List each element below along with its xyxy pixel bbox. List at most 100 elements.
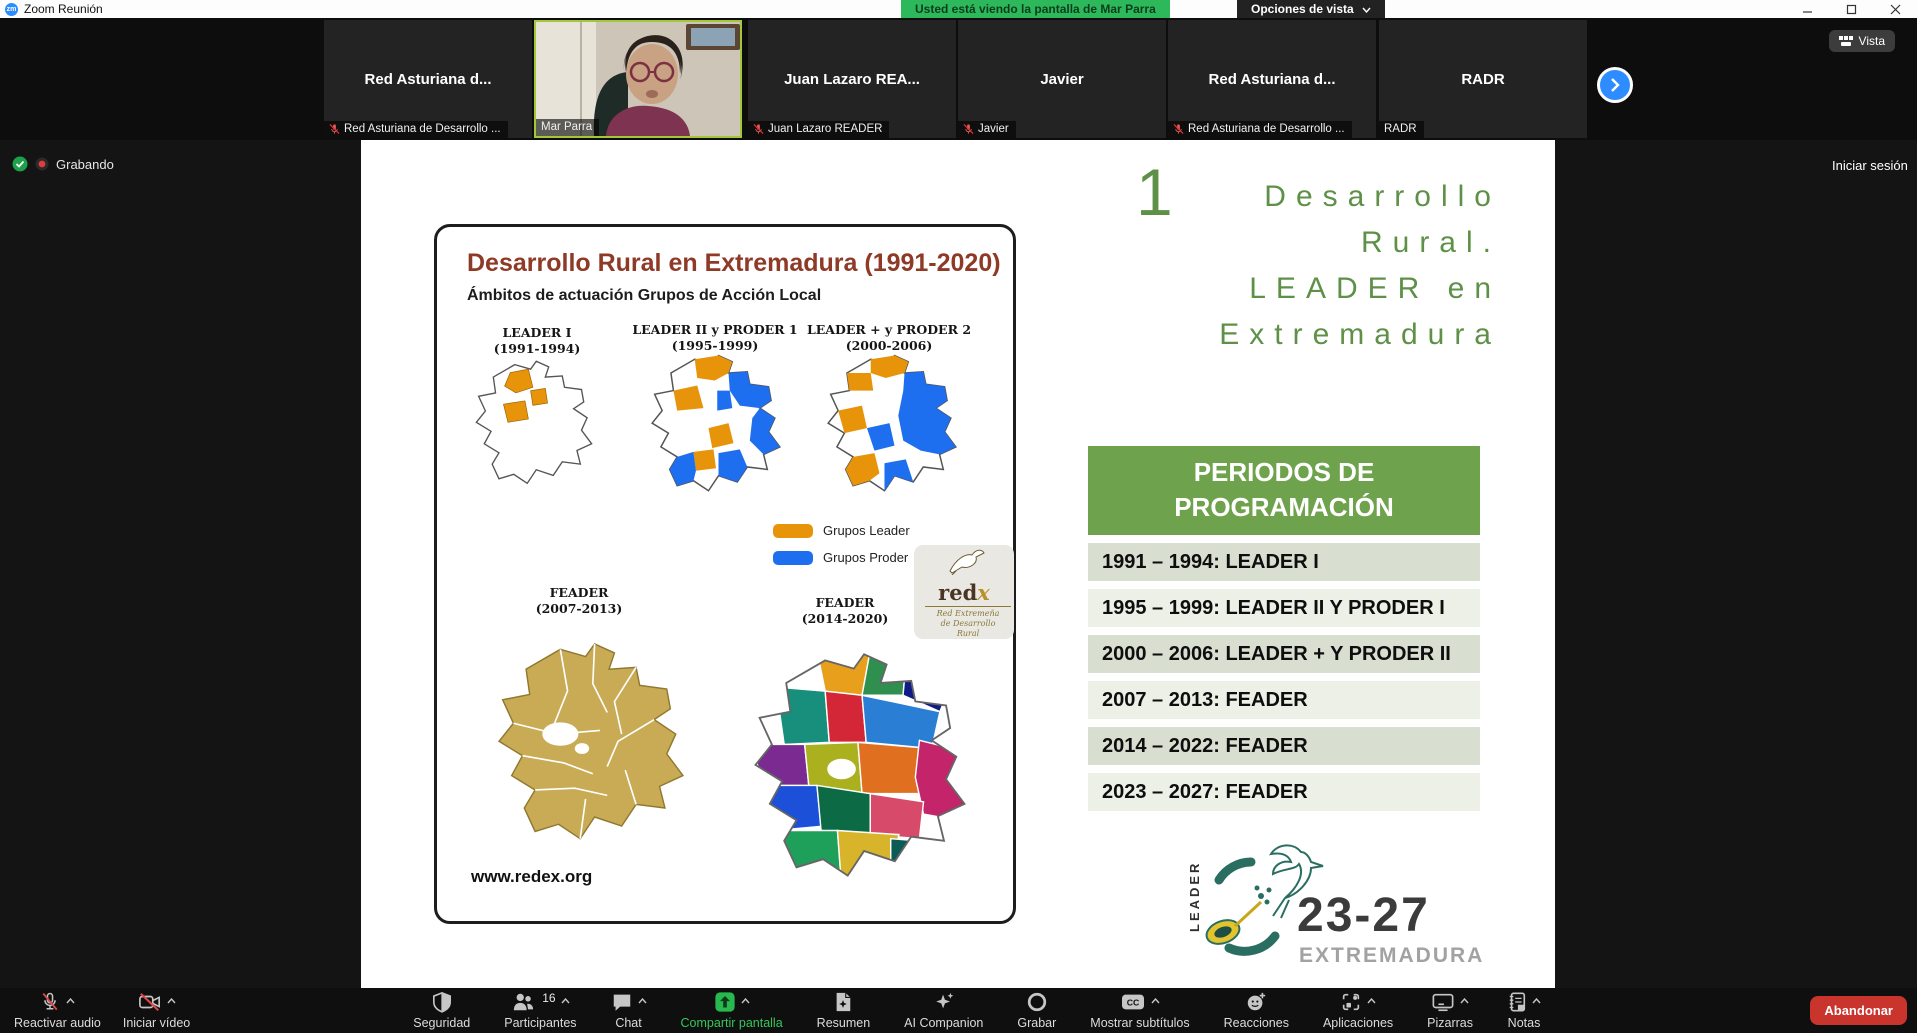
map-leader-i xyxy=(459,359,609,489)
legend-swatch-proder xyxy=(773,551,813,565)
chevron-up-icon[interactable] xyxy=(741,991,750,1009)
participants-count-badge: 16 xyxy=(542,991,555,1005)
chevron-up-icon[interactable] xyxy=(66,991,75,1009)
mic-muted-icon xyxy=(963,123,974,135)
leave-meeting-button[interactable]: Abandonar xyxy=(1810,996,1907,1025)
slide-map-subtitle: Ámbitos de actuación Grupos de Acción Lo… xyxy=(467,287,821,305)
chevron-up-icon[interactable] xyxy=(1460,991,1469,1009)
mic-muted-icon xyxy=(1173,123,1184,135)
record-icon xyxy=(1026,991,1048,1013)
section-number: 1 xyxy=(1136,154,1173,230)
participant-tile[interactable]: Red Asturiana d... Red Asturiana de Desa… xyxy=(1168,20,1376,138)
captions-button[interactable]: CC Mostrar subtítulos xyxy=(1086,991,1193,1030)
participant-tile[interactable]: RADR RADR xyxy=(1379,20,1587,138)
chevron-right-icon xyxy=(1610,78,1620,92)
map-panel: Desarrollo Rural en Extremadura (1991-20… xyxy=(434,224,1016,924)
participant-label: Javier xyxy=(958,121,1016,138)
shield-icon xyxy=(432,991,452,1013)
chat-button[interactable]: Chat xyxy=(607,991,651,1030)
close-icon[interactable] xyxy=(1873,0,1917,18)
website-url: www.redex.org xyxy=(471,867,592,887)
participant-tile[interactable]: Juan Lazaro REA... Juan Lazaro READER xyxy=(748,20,956,138)
reactions-button[interactable]: Reacciones xyxy=(1220,991,1293,1030)
view-options-dropdown[interactable]: Opciones de vista xyxy=(1237,0,1385,18)
security-button[interactable]: Seguridad xyxy=(409,991,474,1030)
participant-name: Red Asturiana d... xyxy=(1209,71,1336,88)
participant-label: Mar Parra xyxy=(536,119,599,136)
programming-periods-table: PERIODOS DE PROGRAMACIÓN 1991 – 1994: LE… xyxy=(1088,446,1480,811)
period-row: 2000 – 2006: LEADER + Y PRODER II xyxy=(1088,635,1480,673)
apps-button[interactable]: Aplicaciones xyxy=(1319,991,1397,1030)
participant-label: RADR xyxy=(1379,121,1424,138)
chevron-up-icon[interactable] xyxy=(167,991,176,1009)
chevron-up-icon[interactable] xyxy=(561,991,570,1009)
map-label: FEADER (2014-2020) xyxy=(755,595,935,628)
zoom-app-icon: zm xyxy=(5,3,18,16)
legend-item: Grupos Proder xyxy=(773,550,910,565)
map-leader-ii-proder-1 xyxy=(633,353,799,497)
gallery-view-icon xyxy=(1839,35,1853,47)
recording-label: Grabando xyxy=(56,157,114,172)
view-button-label: Vista xyxy=(1859,34,1885,48)
video-strip: Red Asturiana d... Red Asturiana de Desa… xyxy=(0,18,1917,140)
participant-label: Juan Lazaro READER xyxy=(748,121,889,138)
map-feader-2007-2013 xyxy=(481,629,701,859)
map-label: LEADER + y PRODER 2 (2000-2006) xyxy=(799,322,979,355)
minimize-icon[interactable] xyxy=(1785,0,1829,18)
recording-indicator: Grabando xyxy=(12,156,114,172)
chevron-up-icon[interactable] xyxy=(1367,991,1376,1009)
period-row: 2023 – 2027: FEADER xyxy=(1088,773,1480,811)
map-feader-2014-2020 xyxy=(735,639,985,897)
notes-button[interactable]: Notas xyxy=(1503,991,1545,1030)
encryption-shield-icon xyxy=(12,156,28,172)
chevron-up-icon[interactable] xyxy=(1151,991,1160,1009)
meeting-toolbar: Reactivar audio Iniciar vídeo Seguridad … xyxy=(0,988,1917,1033)
chat-icon xyxy=(611,991,633,1013)
next-participants-button[interactable] xyxy=(1597,67,1633,103)
summary-button[interactable]: Resumen xyxy=(813,991,875,1030)
window-controls xyxy=(1785,0,1917,18)
mic-muted-icon xyxy=(329,123,340,135)
participant-name: Juan Lazaro REA... xyxy=(784,71,920,88)
participant-tile[interactable]: Red Asturiana d... Red Asturiana de Desa… xyxy=(324,20,532,138)
period-row: 1995 – 1999: LEADER II Y PRODER I xyxy=(1088,589,1480,627)
main-content: Grabando Iniciar sesión Desarrollo Rural… xyxy=(0,140,1917,988)
participant-label: Red Asturiana de Desarrollo ... xyxy=(1168,121,1352,138)
record-button[interactable]: Grabar xyxy=(1013,991,1060,1030)
map-label: LEADER II y PRODER 1 (1995-1999) xyxy=(625,322,805,355)
period-row: 2014 – 2022: FEADER xyxy=(1088,727,1480,765)
chevron-down-icon xyxy=(1362,2,1371,16)
map-legend: Grupos Leader Grupos Proder xyxy=(773,523,910,577)
sign-in-link[interactable]: Iniciar sesión xyxy=(1832,158,1908,173)
window-title: Zoom Reunión xyxy=(24,2,103,16)
logo-leader-text: LEADER xyxy=(1187,861,1202,932)
participant-name: Javier xyxy=(1040,71,1083,88)
participant-tile-active-speaker[interactable]: Mar Parra xyxy=(534,20,742,138)
unmute-audio-button[interactable]: Reactivar audio xyxy=(10,991,105,1030)
share-screen-icon xyxy=(714,991,736,1013)
reactions-smiley-icon xyxy=(1245,991,1267,1013)
whiteboard-icon xyxy=(1431,991,1455,1013)
view-options-label: Opciones de vista xyxy=(1251,2,1354,16)
chevron-up-icon[interactable] xyxy=(638,991,647,1009)
shared-slide: Desarrollo Rural en Extremadura (1991-20… xyxy=(361,140,1555,988)
whiteboards-button[interactable]: Pizarras xyxy=(1423,991,1477,1030)
share-screen-button[interactable]: Compartir pantalla xyxy=(677,991,787,1030)
svg-text:CC: CC xyxy=(1127,998,1140,1008)
summary-doc-icon xyxy=(833,991,853,1013)
ai-companion-button[interactable]: AI Companion xyxy=(900,991,987,1030)
map-label: LEADER I (1991-1994) xyxy=(447,325,627,358)
chevron-up-icon[interactable] xyxy=(1532,991,1541,1009)
record-dot-icon xyxy=(35,157,49,171)
maximize-icon[interactable] xyxy=(1829,0,1873,18)
start-video-button[interactable]: Iniciar vídeo xyxy=(119,991,194,1030)
participant-tile[interactable]: Javier Javier xyxy=(958,20,1166,138)
view-button[interactable]: Vista xyxy=(1829,30,1895,52)
participants-button[interactable]: 16 Participantes xyxy=(500,991,580,1030)
stork-icon xyxy=(942,545,986,575)
notes-icon xyxy=(1507,991,1527,1013)
participant-name: Red Asturiana d... xyxy=(365,71,492,88)
map-label: FEADER (2007-2013) xyxy=(489,585,669,618)
cc-icon: CC xyxy=(1120,991,1146,1013)
leader-23-27-logo: LEADER 23-27 EXTREMADURA xyxy=(1189,840,1459,985)
